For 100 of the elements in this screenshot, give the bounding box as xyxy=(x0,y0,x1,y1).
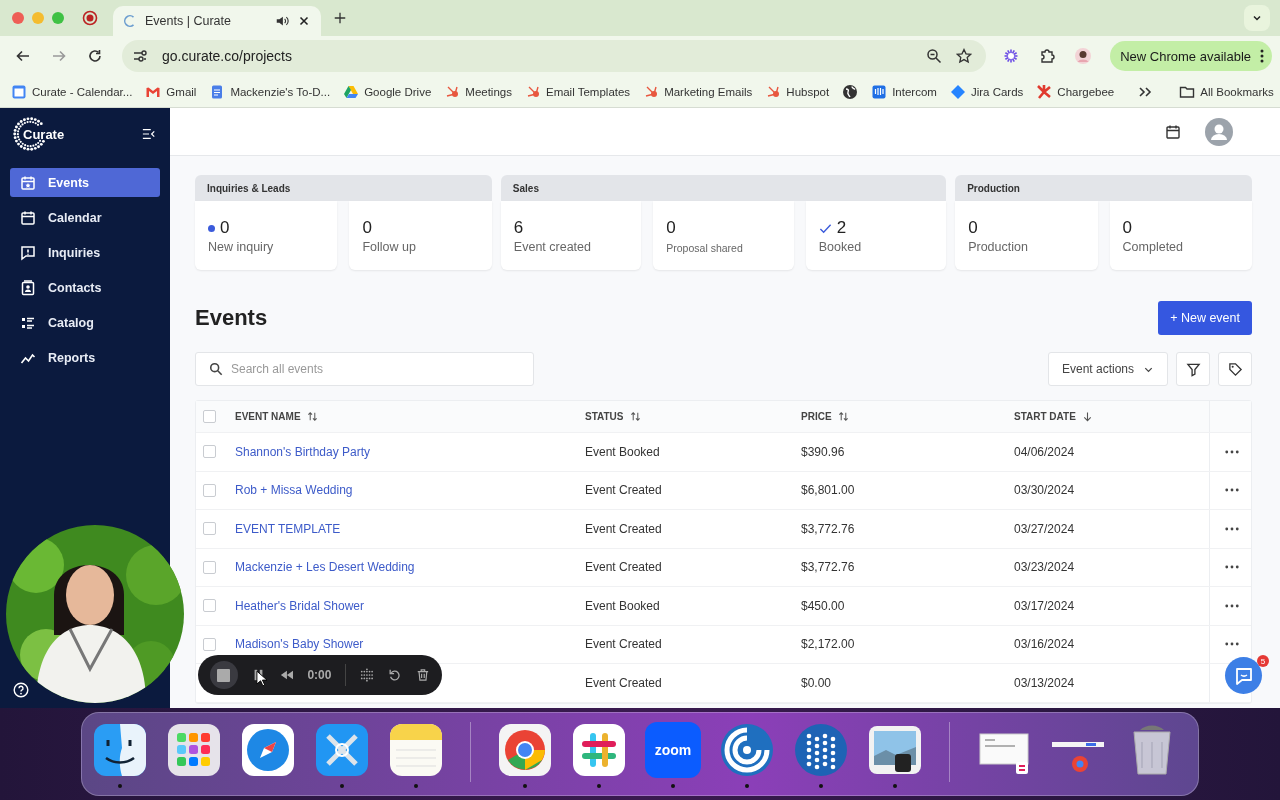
bookmark-link[interactable]: Chargebee xyxy=(1057,85,1115,98)
row-checkbox[interactable] xyxy=(203,522,216,536)
tag-button[interactable] xyxy=(1218,352,1252,386)
zoom-out-icon[interactable] xyxy=(926,48,943,64)
bookmark-link[interactable]: Mackenzie's To-D... xyxy=(230,85,331,98)
notepad-app-icon[interactable] xyxy=(388,722,444,778)
bookmark-link[interactable]: Intercom xyxy=(892,85,937,98)
bookmark-link[interactable]: Jira Cards xyxy=(970,85,1024,98)
bars-icon[interactable] xyxy=(871,83,888,100)
stop-recording-button[interactable] xyxy=(210,661,238,689)
more-icon[interactable] xyxy=(1224,488,1239,493)
date-text: 03/16/2024 xyxy=(1014,637,1075,652)
grid-app-icon[interactable] xyxy=(166,722,222,778)
diamond-icon[interactable] xyxy=(949,83,966,100)
all-bookmarks-link[interactable]: All Bookmarks xyxy=(1200,85,1274,98)
collapse-sidebar-icon[interactable] xyxy=(142,127,156,141)
new-tab-icon[interactable] xyxy=(333,11,347,25)
sidebar-item[interactable]: Inquiries xyxy=(10,238,160,267)
sort-arrows-icon[interactable] xyxy=(306,411,318,422)
burst-icon[interactable] xyxy=(1036,83,1053,100)
more-icon[interactable] xyxy=(1224,565,1239,570)
calendar-icon[interactable] xyxy=(1165,123,1181,140)
event-name-link[interactable]: Mackenzie + Les Desert Wedding xyxy=(235,560,415,575)
close-window-icon[interactable] xyxy=(12,12,24,24)
bookmark-link[interactable]: Hubspot xyxy=(786,85,830,98)
event-name-link[interactable]: Rob + Missa Wedding xyxy=(235,483,353,498)
row-checkbox[interactable] xyxy=(203,637,216,651)
stat-card[interactable]: 0 Production xyxy=(955,201,1098,270)
stat-card[interactable]: 0 Follow up xyxy=(349,201,492,270)
bookmark-link[interactable]: Meetings xyxy=(465,85,512,98)
bookmark-link[interactable]: Curate - Calendar... xyxy=(32,85,133,98)
reload-icon[interactable] xyxy=(87,48,103,64)
wrench-app-icon[interactable] xyxy=(314,722,370,778)
site-settings-icon[interactable] xyxy=(132,48,148,64)
back-icon[interactable] xyxy=(15,48,31,64)
browser-app-icon[interactable] xyxy=(497,722,553,778)
row-checkbox[interactable] xyxy=(203,599,216,613)
row-checkbox[interactable] xyxy=(203,560,216,574)
event-name-link[interactable]: Heather's Bridal Shower xyxy=(235,598,365,613)
select-all-checkbox[interactable] xyxy=(203,410,216,423)
more-icon[interactable] xyxy=(1224,642,1239,647)
star-icon[interactable] xyxy=(956,48,973,64)
compass-app-icon[interactable] xyxy=(240,722,296,778)
profile-avatar-icon[interactable] xyxy=(1075,48,1092,64)
stat-card[interactable]: 6 Event created xyxy=(500,201,642,270)
new-event-button[interactable]: + New event xyxy=(1158,301,1252,335)
column-header[interactable]: START DATE xyxy=(1014,411,1076,422)
more-icon[interactable] xyxy=(1224,603,1239,608)
close-icon[interactable] xyxy=(297,14,311,28)
face-app-icon[interactable] xyxy=(92,722,148,778)
sort-arrows-icon[interactable] xyxy=(837,411,849,422)
event-name-link[interactable]: Madison's Baby Shower xyxy=(235,637,364,652)
brand-name: Curate xyxy=(23,126,65,142)
sidebar-item[interactable]: Events xyxy=(10,168,160,197)
arrow-down-icon[interactable] xyxy=(1081,411,1093,422)
bookmark-link[interactable]: Google Drive xyxy=(364,85,432,98)
video-app-button[interactable]: zoom xyxy=(645,722,701,778)
bookmark-link[interactable]: Email Templates xyxy=(545,85,631,98)
update-browser-button[interactable]: New Chrome available xyxy=(1110,41,1272,71)
dotted-grid-icon[interactable] xyxy=(360,668,375,682)
extension-icon[interactable] xyxy=(1003,48,1020,64)
restart-icon[interactable] xyxy=(388,668,403,682)
puzzle-icon[interactable] xyxy=(1039,48,1056,64)
price-text: $6,801.00 xyxy=(801,483,855,498)
stat-card[interactable]: 0 New inquiry xyxy=(195,201,338,270)
user-avatar-icon[interactable] xyxy=(1205,117,1233,146)
filter-button[interactable] xyxy=(1176,352,1210,386)
sort-arrows-icon[interactable] xyxy=(629,411,641,422)
price-text: $2,172.00 xyxy=(801,637,855,652)
sidebar-item[interactable]: Contacts xyxy=(10,273,160,302)
stat-group-header: Inquiries & Leads xyxy=(195,175,492,201)
trash-icon[interactable] xyxy=(416,668,430,682)
row-checkbox[interactable] xyxy=(203,445,216,459)
event-actions-button[interactable]: Event actions xyxy=(1047,352,1168,386)
hash-app-icon[interactable] xyxy=(571,722,627,778)
stat-card[interactable]: 0 Completed xyxy=(1109,201,1252,270)
more-icon[interactable] xyxy=(1224,449,1239,454)
sidebar-item[interactable]: Catalog xyxy=(10,308,160,337)
column-header[interactable]: STATUS xyxy=(585,411,624,422)
search-field[interactable]: Search all events xyxy=(195,352,534,386)
speaker-icon[interactable] xyxy=(275,14,289,28)
column-header[interactable]: EVENT NAME xyxy=(235,411,301,422)
help-icon[interactable] xyxy=(13,682,29,698)
sidebar-item[interactable]: Reports xyxy=(10,343,160,372)
dots-app-icon[interactable] xyxy=(793,722,849,778)
bookmark-link[interactable]: Gmail xyxy=(166,85,197,98)
rewind-icon[interactable] xyxy=(279,668,294,682)
triangle-icon[interactable] xyxy=(343,83,360,100)
stat-card[interactable]: 0 Proposal shared xyxy=(653,201,794,270)
event-name-link[interactable]: EVENT TEMPLATE xyxy=(235,521,341,536)
date-text: 03/27/2024 xyxy=(1014,521,1075,536)
globe-icon[interactable] xyxy=(842,83,859,100)
more-icon[interactable] xyxy=(1224,526,1239,531)
row-checkbox[interactable] xyxy=(203,483,216,497)
bookmark-link[interactable]: Marketing Emails xyxy=(664,85,753,98)
event-name-link[interactable]: Shannon's Birthday Party xyxy=(235,444,371,459)
column-header[interactable]: PRICE xyxy=(801,411,832,422)
stat-card[interactable]: 2 Booked xyxy=(805,201,947,270)
rings-app-icon[interactable] xyxy=(719,722,775,778)
sidebar-item[interactable]: Calendar xyxy=(10,203,160,232)
